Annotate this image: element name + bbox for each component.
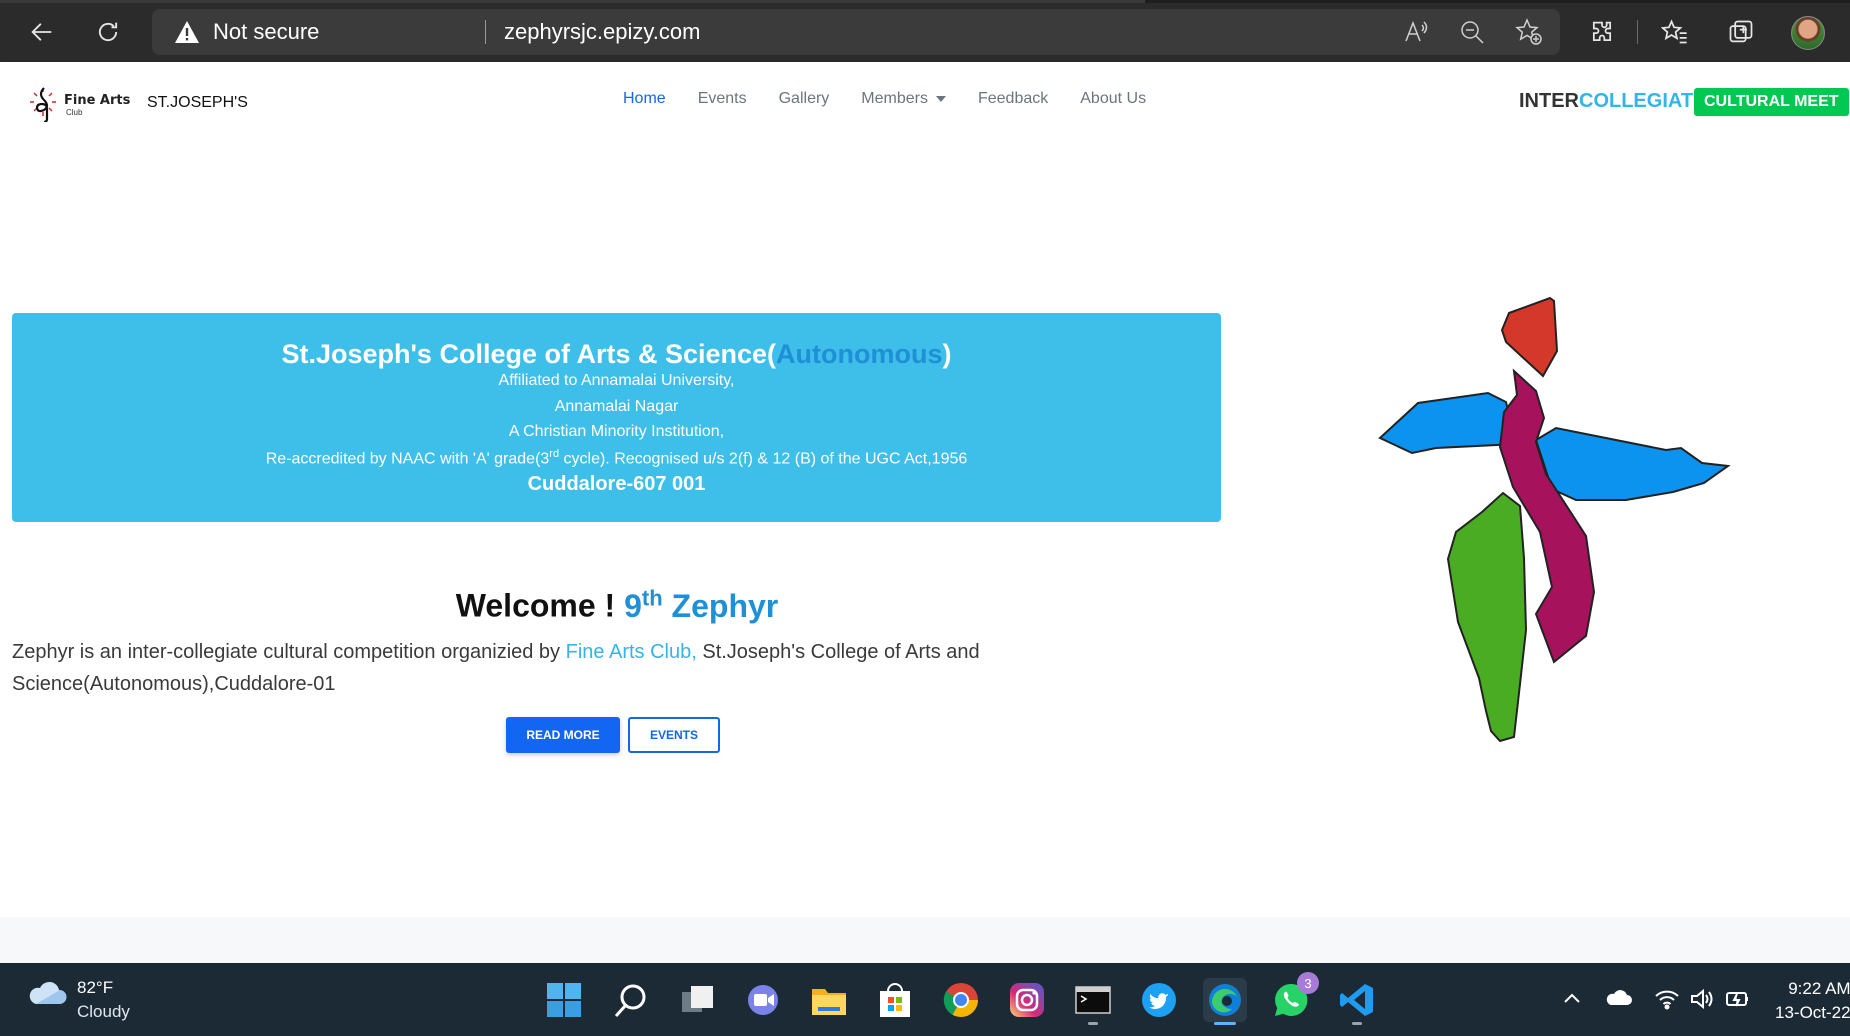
microsoft-store-icon[interactable] xyxy=(873,978,917,1022)
accreditation-prefix: Re-accredited by NAAC with 'A' grade(3 xyxy=(265,450,550,468)
volume-icon[interactable] xyxy=(1687,985,1717,1015)
notification-badge: 3 xyxy=(1297,972,1319,994)
url-text[interactable]: zephyrsjc.epizy.com xyxy=(504,19,700,45)
address-separator xyxy=(485,20,486,44)
caret-down-icon xyxy=(935,96,946,102)
college-title-suffix: ) xyxy=(942,339,952,369)
inter-text: INTER xyxy=(1519,90,1579,112)
terminal-icon[interactable] xyxy=(1071,978,1115,1025)
tab-strip xyxy=(0,0,1850,3)
weather-condition: Cloudy xyxy=(77,1002,130,1021)
read-more-button[interactable]: READ MORE xyxy=(506,717,620,753)
nav-feedback[interactable]: Feedback xyxy=(978,90,1048,108)
welcome-prefix: Welcome ! xyxy=(455,587,625,624)
security-label[interactable]: Not secure xyxy=(213,19,319,45)
whatsapp-icon[interactable]: 3 xyxy=(1269,972,1319,1022)
logo-text: Fine Arts xyxy=(64,93,131,108)
collegiate-text: COLLEGIATE xyxy=(1579,90,1707,112)
brand-name[interactable]: ST.JOSEPH'S xyxy=(147,94,248,112)
refresh-icon[interactable] xyxy=(88,12,128,52)
active-app-indicator xyxy=(1214,1022,1236,1025)
windows-taskbar: 82°F Cloudy 3 9:22 AM 13-Oct-22 xyxy=(0,963,1850,1036)
intercollegiate-heading: INTERCOLLEGIATE xyxy=(1519,90,1706,113)
accreditation-line: Re-accredited by NAAC with 'A' grade(3rd… xyxy=(12,448,1221,468)
back-arrow-icon[interactable] xyxy=(22,12,62,52)
edge-browser-icon[interactable] xyxy=(1203,978,1247,1025)
toolbar-separator xyxy=(1637,20,1638,44)
edition-number: 9th Zephyr xyxy=(624,585,779,624)
edition-num: 9 xyxy=(624,587,642,624)
nav-about-us[interactable]: About Us xyxy=(1080,90,1146,108)
teams-chat-icon[interactable] xyxy=(741,978,785,1022)
vscode-icon[interactable] xyxy=(1335,978,1379,1025)
cultural-meet-badge: CULTURAL MEET xyxy=(1694,88,1849,116)
nav-menu: Home Events Gallery Members Feedback Abo… xyxy=(623,90,1178,108)
nav-events[interactable]: Events xyxy=(698,90,747,108)
running-indicator xyxy=(1352,1022,1362,1025)
accreditation-sup: rd xyxy=(549,448,560,460)
onedrive-cloud-icon[interactable] xyxy=(1605,985,1635,1015)
twitter-icon[interactable] xyxy=(1137,978,1181,1022)
zoom-out-icon[interactable] xyxy=(1457,17,1487,47)
system-clock[interactable]: 9:22 AM 13-Oct-22 xyxy=(1775,977,1850,1025)
institution-line: A Christian Minority Institution, xyxy=(508,423,725,440)
college-title-prefix: St.Joseph's College of Arts & Science( xyxy=(281,339,777,369)
intro-text-1: Zephyr is an inter-collegiate cultural c… xyxy=(12,641,566,663)
nav-members-dropdown[interactable]: Members xyxy=(861,90,946,108)
fine-arts-club-link[interactable]: Fine Arts Club, xyxy=(566,641,697,663)
chevron-up-icon[interactable] xyxy=(1558,985,1588,1015)
affiliation-line: Affiliated to Annamalai University, xyxy=(498,372,735,389)
battery-charging-icon[interactable] xyxy=(1724,985,1754,1015)
site-navbar: Fine Arts Club ST.JOSEPH'S Home Events G… xyxy=(0,62,1850,140)
nav-members-label: Members xyxy=(861,90,928,107)
task-view-icon[interactable] xyxy=(675,978,719,1022)
location-line: Annamalai Nagar xyxy=(554,398,679,415)
zephyr-logo-art xyxy=(1378,296,1731,743)
welcome-heading: Welcome ! 9th Zephyr xyxy=(0,585,1234,625)
clock-date: 13-Oct-22 xyxy=(1775,1003,1850,1022)
wifi-icon[interactable] xyxy=(1653,985,1683,1015)
running-indicator xyxy=(1088,1022,1098,1025)
chrome-icon[interactable] xyxy=(939,978,983,1022)
read-aloud-icon[interactable] xyxy=(1401,17,1431,47)
add-favorite-icon[interactable] xyxy=(1514,17,1544,47)
college-info-banner: St.Joseph's College of Arts & Science(Au… xyxy=(12,313,1221,522)
instagram-icon[interactable] xyxy=(1005,978,1049,1022)
browser-toolbar: Not secure zephyrsjc.epizy.com xyxy=(0,0,1850,62)
nav-home[interactable]: Home xyxy=(623,90,666,108)
weather-widget[interactable]: 82°F Cloudy xyxy=(27,978,130,1021)
events-button[interactable]: EVENTS xyxy=(628,717,720,753)
logo-subtext: Club xyxy=(66,108,83,117)
treble-clef-icon xyxy=(30,87,56,122)
collections-icon[interactable] xyxy=(1721,12,1761,52)
fine-arts-club-logo[interactable]: Fine Arts Club xyxy=(24,82,132,122)
accreditation-suffix: cycle). Recognised u/s 2(f) & 12 (B) of … xyxy=(559,450,968,468)
nav-gallery[interactable]: Gallery xyxy=(779,90,830,108)
windows-start-icon[interactable] xyxy=(542,978,586,1022)
warning-icon[interactable] xyxy=(174,20,200,44)
clock-time: 9:22 AM xyxy=(1788,979,1850,998)
active-tab-edge[interactable] xyxy=(0,0,1145,3)
profile-avatar[interactable] xyxy=(1791,16,1825,50)
address-bar[interactable]: Not secure zephyrsjc.epizy.com xyxy=(152,9,1560,55)
search-icon[interactable] xyxy=(609,978,653,1022)
file-explorer-icon[interactable] xyxy=(807,978,851,1022)
weather-temp: 82°F xyxy=(77,978,114,997)
extensions-icon[interactable] xyxy=(1582,12,1622,52)
college-city: Cuddalore-607 001 xyxy=(527,473,706,495)
college-title: St.Joseph's College of Arts & Science(Au… xyxy=(12,339,1221,370)
college-title-autonomous: Autonomous xyxy=(776,339,943,369)
intro-paragraph: Zephyr is an inter-collegiate cultural c… xyxy=(12,636,1012,700)
favorites-icon[interactable] xyxy=(1655,12,1695,52)
edition-name: Zephyr xyxy=(662,587,779,624)
edition-sup: th xyxy=(641,585,663,610)
cloud-icon xyxy=(29,981,67,1005)
page-footer-strip xyxy=(0,917,1850,963)
